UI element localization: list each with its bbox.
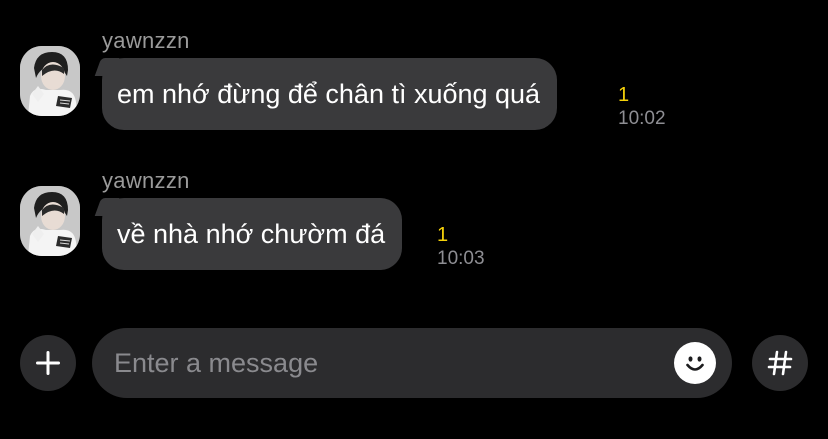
message-meta: 1 10:02	[618, 84, 666, 132]
hashtag-button[interactable]	[752, 335, 808, 391]
unread-count: 1	[437, 224, 449, 246]
unread-count: 1	[618, 84, 630, 106]
sender-name: yawnzzn	[102, 168, 190, 193]
plus-icon	[36, 351, 60, 375]
message-bubble[interactable]: em nhớ đừng để chân tì xuống quá	[102, 58, 558, 130]
avatar-image	[20, 186, 80, 256]
message-bubble[interactable]: về nhà nhớ chườm đá	[102, 198, 403, 270]
smiley-icon	[686, 356, 704, 371]
avatar[interactable]	[20, 46, 80, 116]
chat-screen: yawnzzn em nhớ đừng để chân tì xuống quá…	[0, 0, 828, 439]
hash-icon	[767, 350, 793, 376]
avatar[interactable]	[20, 186, 80, 256]
message-input[interactable]	[114, 328, 654, 398]
message-composer	[0, 326, 828, 398]
emoji-button[interactable]	[674, 342, 716, 384]
attach-button[interactable]	[20, 335, 76, 391]
message-meta: 1 10:03	[437, 224, 485, 272]
sender-name: yawnzzn	[102, 28, 190, 53]
message-field[interactable]	[92, 328, 732, 398]
avatar-image	[20, 46, 80, 116]
message-time: 10:03	[437, 248, 485, 269]
message-time: 10:02	[618, 108, 666, 129]
